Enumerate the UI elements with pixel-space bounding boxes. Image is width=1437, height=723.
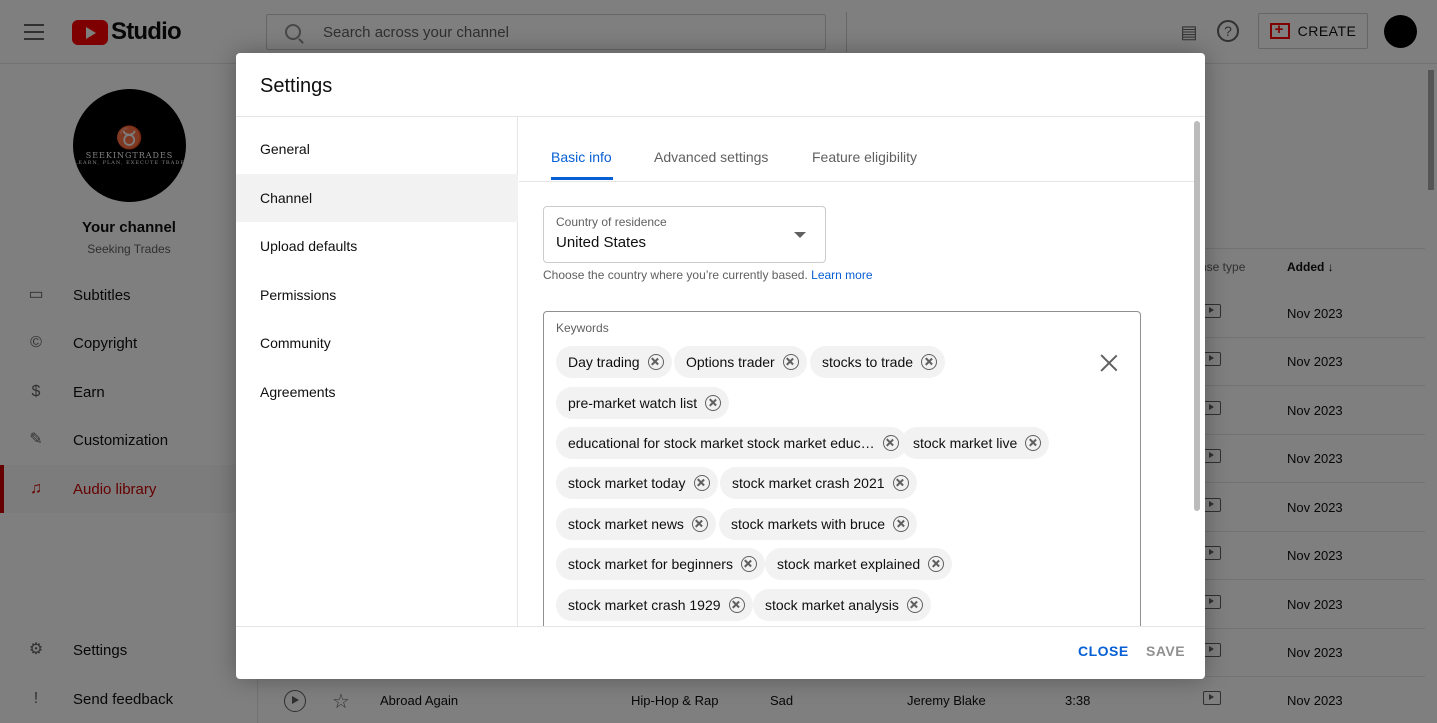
keyword-text: educational for stock market stock marke…	[568, 435, 875, 451]
keyword-chip: stock market for beginners	[556, 548, 765, 580]
keyword-chip: stock market crash 2021	[720, 467, 917, 499]
settings-nav-permissions[interactable]: Permissions	[236, 271, 518, 319]
keyword-chip: stock market crash 1929	[556, 589, 753, 621]
keyword-text: stocks to trade	[822, 354, 914, 370]
keyword-chip: stock market today	[556, 467, 718, 499]
keyword-chip: Options trader	[674, 346, 807, 378]
keyword-chip: stock market explained	[765, 548, 953, 580]
save-button[interactable]: SAVE	[1146, 643, 1185, 659]
keyword-text: stock market live	[913, 435, 1018, 451]
tab-basic-info[interactable]: Basic info	[551, 149, 612, 165]
keyword-text: stock market for beginners	[568, 556, 733, 572]
keyword-text: stock market analysis	[765, 597, 899, 613]
tabs-divider	[519, 181, 1195, 182]
keyword-chip: stock markets with bruce	[719, 508, 918, 540]
keyword-chip: Day trading	[556, 346, 672, 378]
remove-chip-icon[interactable]	[906, 597, 923, 613]
remove-chip-icon[interactable]	[921, 354, 938, 370]
remove-chip-icon[interactable]	[705, 395, 722, 411]
keyword-chip: stocks to trade	[810, 346, 946, 378]
remove-chip-icon[interactable]	[893, 516, 910, 532]
remove-chip-icon[interactable]	[882, 435, 899, 451]
keyword-chip: stock market live	[901, 427, 1050, 459]
remove-chip-icon[interactable]	[647, 354, 664, 370]
learn-more-link[interactable]: Learn more	[811, 268, 872, 282]
keyword-text: Day trading	[568, 354, 640, 370]
dialog-footer-divider	[236, 626, 1205, 627]
keyword-chip: stock market news	[556, 508, 716, 540]
country-label: Country of residence	[556, 215, 667, 229]
keyword-chip: stock market analysis	[753, 589, 931, 621]
remove-chip-icon[interactable]	[740, 556, 757, 572]
clear-keywords-icon[interactable]	[1100, 354, 1118, 372]
keywords-label: Keywords	[556, 321, 609, 335]
keywords-field[interactable]: Keywords Day trading Options trader stoc…	[543, 311, 1141, 626]
remove-chip-icon[interactable]	[928, 556, 945, 572]
keyword-text: Options trader	[686, 354, 775, 370]
tab-advanced-settings[interactable]: Advanced settings	[654, 149, 768, 165]
dropdown-arrow-icon	[794, 232, 806, 238]
keyword-text: stock market today	[568, 475, 686, 491]
keyword-text: stock markets with bruce	[731, 516, 886, 532]
country-help-label: Choose the country where you’re currentl…	[543, 268, 808, 282]
keyword-chip: pre-market watch list	[556, 387, 730, 419]
settings-nav-general[interactable]: General	[236, 125, 518, 173]
keyword-text: stock market news	[568, 516, 684, 532]
country-select[interactable]: Country of residence United States	[543, 206, 826, 263]
settings-nav-upload-defaults[interactable]: Upload defaults	[236, 222, 518, 270]
keyword-text: pre-market watch list	[568, 395, 698, 411]
settings-nav-agreements[interactable]: Agreements	[236, 368, 518, 416]
remove-chip-icon[interactable]	[728, 597, 745, 613]
settings-dialog: Settings General Channel Upload defaults…	[236, 53, 1205, 679]
remove-chip-icon[interactable]	[1025, 435, 1042, 451]
studio-app: Studio Search across your channel ▤ ? CR…	[0, 0, 1437, 723]
remove-chip-icon[interactable]	[691, 516, 708, 532]
keyword-text: stock market crash 1929	[568, 597, 721, 613]
remove-chip-icon[interactable]	[892, 475, 909, 491]
country-help-text: Choose the country where you’re currentl…	[543, 268, 873, 282]
country-value: United States	[556, 234, 647, 251]
settings-nav-channel[interactable]: Channel	[236, 174, 518, 222]
close-button[interactable]: CLOSE	[1078, 643, 1129, 659]
keyword-text: stock market explained	[777, 556, 921, 572]
keyword-text: stock market crash 2021	[732, 475, 885, 491]
keyword-chip: educational for stock market stock marke…	[556, 427, 907, 459]
active-tab-indicator	[551, 177, 613, 180]
remove-chip-icon[interactable]	[693, 475, 710, 491]
dialog-title: Settings	[260, 75, 333, 97]
remove-chip-icon[interactable]	[782, 354, 799, 370]
settings-nav-community[interactable]: Community	[236, 319, 518, 367]
settings-nav: General Channel Upload defaults Permissi…	[236, 117, 518, 626]
settings-content: Basic info Advanced settings Feature eli…	[519, 117, 1205, 626]
tab-feature-eligibility[interactable]: Feature eligibility	[812, 149, 917, 165]
dialog-scrollbar[interactable]	[1194, 121, 1200, 511]
